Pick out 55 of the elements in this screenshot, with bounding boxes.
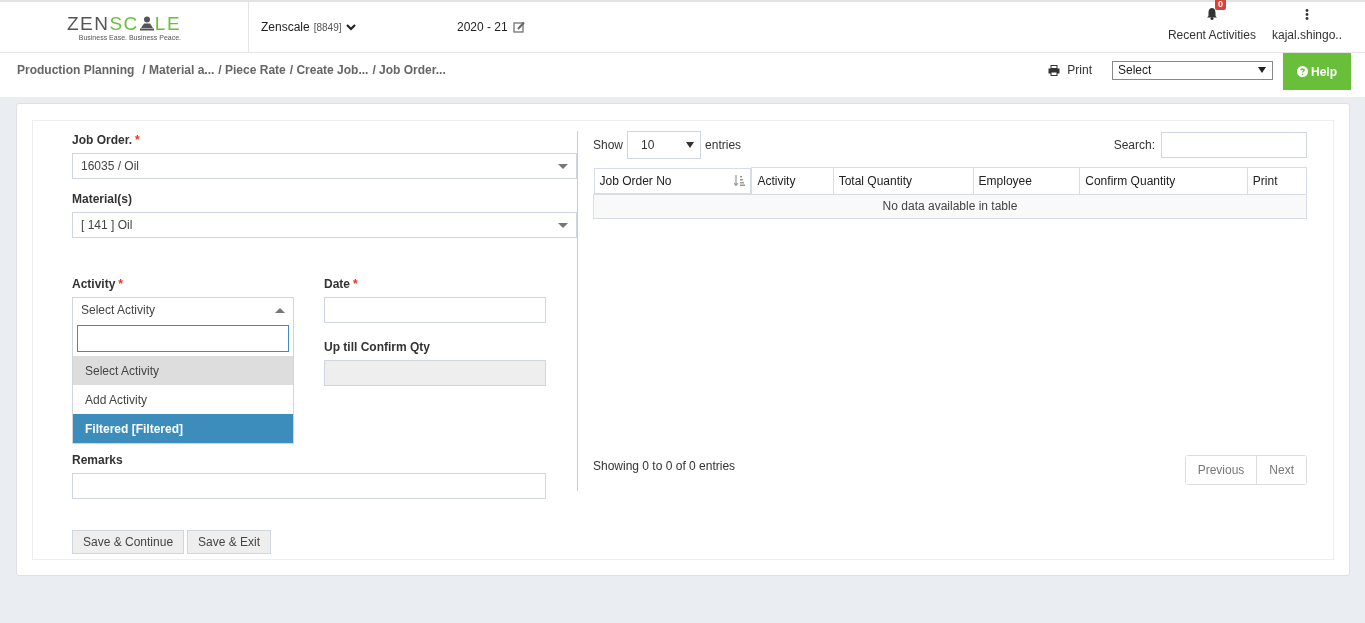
save-button[interactable]: Save & Continue xyxy=(72,530,185,554)
material-select[interactable]: [ 141 ] Oil xyxy=(72,212,577,238)
breadcrumb-link[interactable]: / Material a... xyxy=(142,63,215,77)
dropdown-option[interactable]: Add Activity xyxy=(73,385,293,414)
page-size-select[interactable]: 10 xyxy=(627,131,702,159)
chevron-down-icon xyxy=(345,23,356,31)
caret-down-icon xyxy=(1258,67,1266,73)
entries-label: entries xyxy=(705,138,742,152)
select-dropdown[interactable]: Select xyxy=(1112,60,1273,80)
column-header[interactable]: Employee xyxy=(973,167,1080,194)
financial-year: 2020 - 21 xyxy=(457,20,508,34)
dropdown-option[interactable]: Filtered [Filtered] xyxy=(73,414,293,443)
column-header[interactable]: Job Order No xyxy=(593,167,752,194)
field-label: Up till Confirm Qty xyxy=(324,340,430,354)
edit-icon xyxy=(512,21,525,33)
breadcrumb-link[interactable]: / Job Order... xyxy=(372,63,446,77)
question-icon xyxy=(1297,66,1308,77)
company-selector[interactable]: Zenscale [8849] xyxy=(249,2,457,52)
caret-up-icon xyxy=(275,307,285,313)
empty-table-message: No data available in table xyxy=(593,194,1307,218)
column-header[interactable]: Total Quantity xyxy=(833,167,974,194)
bell-icon xyxy=(1205,7,1218,20)
show-label: Show xyxy=(593,138,624,152)
notification-badge: 0 xyxy=(1214,0,1226,10)
caret-down-icon xyxy=(558,222,568,228)
table-info: Showing 0 to 0 of 0 entries xyxy=(593,459,736,473)
field-label: Date xyxy=(324,277,350,291)
required-mark: * xyxy=(353,277,358,291)
field-label: Remarks xyxy=(72,453,123,467)
search-field[interactable] xyxy=(77,325,289,352)
required-mark: * xyxy=(135,133,140,147)
column-header[interactable]: Activity xyxy=(751,167,834,194)
field-label: Material(s) xyxy=(72,192,133,206)
sort-icon xyxy=(734,175,746,186)
dropdown-option[interactable]: Select Activity xyxy=(73,356,293,385)
breadcrumb-link[interactable]: / Create Job... xyxy=(289,63,369,77)
breadcrumb-link[interactable]: / Piece Rate xyxy=(218,63,286,77)
column-header[interactable]: Confirm Quantity xyxy=(1079,167,1248,194)
field-label: Job Order. xyxy=(72,133,133,147)
vertical-dots-icon xyxy=(1304,9,1309,20)
print-button[interactable]: Print xyxy=(1048,63,1092,77)
field-label: Activity xyxy=(72,277,116,291)
remarks-field[interactable] xyxy=(72,473,546,499)
date-field[interactable] xyxy=(324,297,546,323)
caret-down-icon xyxy=(558,163,568,169)
breadcrumb-link[interactable]: Production Planning xyxy=(17,63,135,77)
column-header[interactable]: Print xyxy=(1247,167,1307,194)
user-menu[interactable]: kajal.shingo.. xyxy=(1271,2,1342,52)
save-button[interactable]: Save & Exit xyxy=(187,530,272,554)
recent-activities-button[interactable]: 0 Recent Activities xyxy=(1167,2,1256,52)
printer-icon xyxy=(1048,64,1061,76)
search-label: Search: xyxy=(1113,138,1155,152)
job-order-select[interactable]: 16035 / Oil xyxy=(72,153,577,179)
caret-down-icon xyxy=(686,142,695,148)
required-mark: * xyxy=(118,277,124,291)
